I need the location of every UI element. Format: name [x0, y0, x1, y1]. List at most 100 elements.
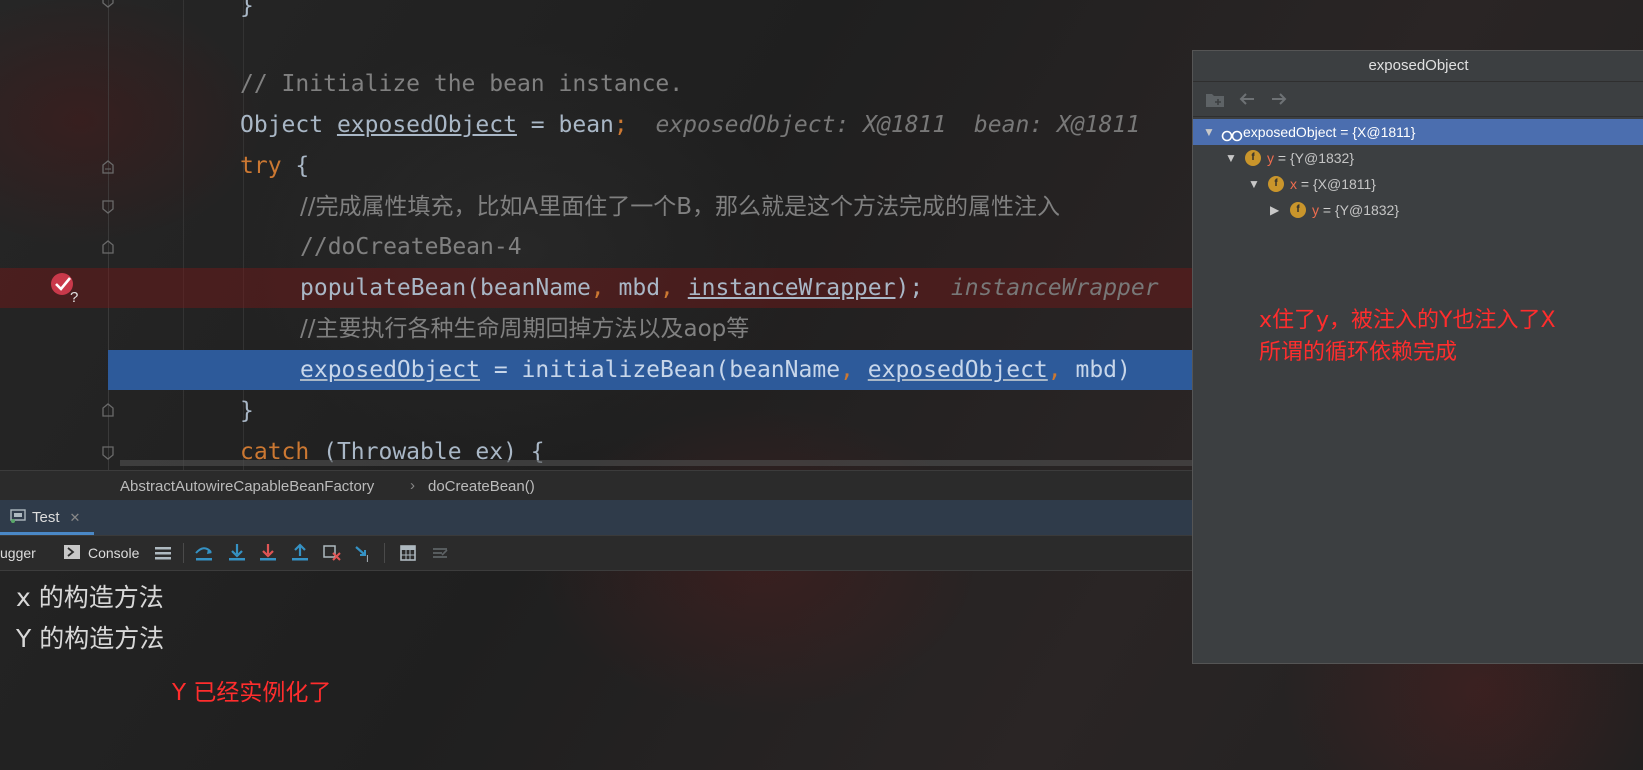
step-into-icon[interactable] — [227, 543, 247, 563]
popup-toolbar — [1193, 82, 1643, 117]
watch-glasses-icon — [1221, 125, 1243, 142]
field-icon: f — [1268, 176, 1284, 192]
argument: mbd — [604, 275, 661, 301]
tab-active-indicator — [0, 532, 94, 535]
code-line: //doCreateBean-4 — [0, 227, 1192, 267]
expand-triangle-icon[interactable]: ▶ — [1270, 197, 1279, 223]
collapse-triangle-icon[interactable]: ▼ — [1203, 119, 1215, 145]
run-to-cursor-icon[interactable]: I — [354, 543, 374, 565]
tree-eq: = — [1297, 176, 1313, 192]
code-line: Object exposedObject = bean; exposedObje… — [0, 105, 1192, 145]
close-brace: } — [240, 0, 254, 19]
tree-node-y-nested[interactable]: ▶ f y = {Y@1832} — [1193, 197, 1643, 223]
breadcrumb-method[interactable]: doCreateBean() — [428, 478, 535, 495]
tree-node-x[interactable]: ▼ f x = {X@1811} — [1193, 171, 1643, 197]
console-line: x 的构造方法 — [16, 583, 164, 612]
toolbar-separator — [384, 543, 385, 563]
svg-text:?: ? — [70, 289, 78, 304]
semicolon: ; — [613, 112, 628, 138]
collapse-triangle-icon[interactable]: ▼ — [1225, 145, 1237, 171]
add-to-watches-icon[interactable] — [1205, 90, 1225, 108]
debug-tool-window-header: Test ✕ — [0, 500, 1192, 536]
breadcrumb-class[interactable]: AbstractAutowireCapableBeanFactory — [120, 478, 374, 495]
code-line: // Initialize the bean instance. — [0, 64, 1192, 104]
comma: , — [1047, 357, 1062, 383]
annotation-right: x住了y，被注入的Y也注入了X 所谓的循环依赖完成 — [1259, 305, 1556, 369]
breakpoint-conditional-icon[interactable]: ? — [48, 270, 88, 306]
type-name: Object — [240, 112, 337, 138]
evaluate-expression-icon[interactable] — [398, 543, 418, 563]
field-icon: f — [1290, 202, 1306, 218]
call-end: mbd) — [1061, 357, 1131, 383]
inline-debug-value: exposedObject: X@1811 bean: X@1811 — [627, 112, 1141, 138]
call-end: ); — [895, 275, 924, 301]
step-out-icon[interactable] — [290, 543, 310, 563]
variable-instance-wrapper[interactable]: instanceWrapper — [688, 275, 896, 301]
tree-var-value: {Y@1832} — [1334, 202, 1400, 218]
inline-debug-value: instanceWrapper — [923, 275, 1159, 301]
tree-var-value: {X@1811} — [1352, 124, 1416, 140]
tree-var-name: y — [1312, 202, 1319, 218]
drop-frame-icon[interactable] — [322, 543, 342, 563]
method-call: = initializeBean(beanName — [480, 357, 841, 383]
breakpoint-line: populateBean(beanName, mbd, instanceWrap… — [0, 268, 1192, 308]
code-line: //主要执行各种生命周期回掉方法以及aop等 — [0, 309, 1192, 349]
tree-var-name: y — [1267, 150, 1274, 166]
tab-debugger[interactable]: ugger — [0, 536, 36, 570]
code-line: } — [0, 0, 1192, 26]
force-step-into-icon[interactable] — [258, 543, 278, 563]
tree-eq: = — [1319, 202, 1335, 218]
trace-icon[interactable] — [430, 543, 450, 563]
execution-line: exposedObject = initializeBean(beanName,… — [108, 350, 1192, 390]
keyword-try: try — [240, 153, 282, 179]
code-comment: //完成属性填充，比如A里面住了一个B，那么就是这个方法完成的属性注入 — [300, 194, 1061, 220]
tab-console-label: Console — [88, 545, 140, 561]
console-output[interactable]: x 的构造方法 Y 的构造方法 Y 已经实例化了 — [0, 571, 1192, 770]
tab-console[interactable]: Console — [64, 536, 139, 570]
console-icon — [64, 544, 80, 562]
code-comment: // Initialize the bean instance. — [240, 71, 684, 97]
assignment: = bean — [516, 112, 614, 138]
annotation-bottom: Y 已经实例化了 — [172, 680, 332, 706]
step-over-icon[interactable] — [194, 543, 214, 563]
tree-var-name: exposedObject — [1243, 124, 1337, 140]
variable-exposed-object[interactable]: exposedObject — [337, 112, 517, 138]
field-icon: f — [1245, 150, 1261, 166]
close-brace: } — [240, 398, 254, 424]
code-editor[interactable]: } // Initialize the bean instance. Objec… — [0, 0, 1192, 470]
open-brace: { — [281, 153, 310, 179]
breadcrumb: AbstractAutowireCapableBeanFactory › doC… — [0, 470, 1192, 501]
tree-node-y[interactable]: ▼ f y = {Y@1832} — [1193, 145, 1643, 171]
comma: , — [660, 275, 674, 301]
tree-var-name: x — [1290, 176, 1297, 192]
tree-var-value: {X@1811} — [1312, 176, 1376, 192]
variable-inspector-popup[interactable]: exposedObject ▼ exposedObject = {X@1811}… — [1192, 50, 1643, 664]
back-arrow-icon[interactable] — [1237, 90, 1257, 108]
close-icon[interactable]: ✕ — [70, 510, 81, 526]
collapse-triangle-icon[interactable]: ▼ — [1248, 171, 1260, 197]
annotation-right-line: x住了y，被注入的Y也注入了X — [1259, 308, 1556, 333]
toolbar-separator — [183, 543, 184, 563]
breadcrumb-separator: › — [410, 477, 415, 494]
comma: , — [590, 275, 605, 301]
debug-config-icon — [10, 508, 26, 527]
tree-eq: = — [1336, 124, 1353, 140]
method-call: populateBean(beanName — [300, 275, 591, 301]
frames-layout-icon[interactable] — [153, 543, 173, 563]
code-comment: //主要执行各种生命周期回掉方法以及aop等 — [300, 316, 750, 342]
horizontal-scrollbar[interactable] — [120, 460, 1192, 466]
tree-var-value: {Y@1832} — [1289, 150, 1355, 166]
console-line: Y 的构造方法 — [16, 624, 165, 653]
code-line: } — [0, 391, 1192, 431]
forward-arrow-icon[interactable] — [1269, 90, 1289, 108]
tab-debugger-label: ugger — [0, 545, 36, 561]
debug-toolbar: ugger Console I — [0, 536, 1192, 571]
code-line: try { — [0, 146, 1192, 186]
variable-exposed-object[interactable]: exposedObject — [300, 357, 480, 383]
tree-node-root[interactable]: ▼ exposedObject = {X@1811} — [1193, 119, 1643, 145]
tab-label: Test — [32, 509, 60, 526]
tree-eq: = — [1274, 150, 1290, 166]
popup-title: exposedObject — [1193, 51, 1643, 82]
tab-test[interactable]: Test ✕ — [4, 504, 86, 531]
variable-exposed-object[interactable]: exposedObject — [868, 357, 1048, 383]
